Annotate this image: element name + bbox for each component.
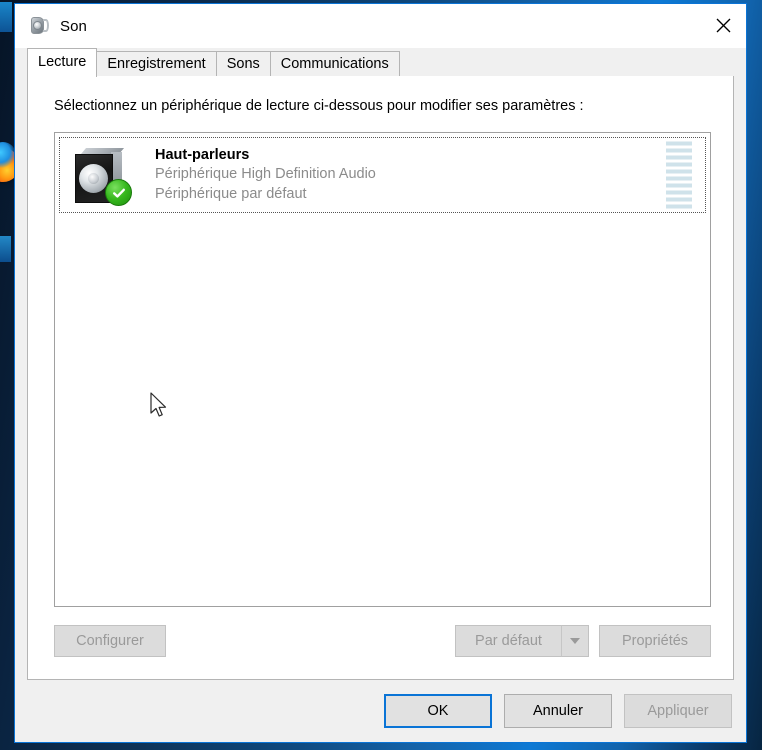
device-name: Haut-parleurs xyxy=(155,147,250,164)
meter-bar xyxy=(666,169,692,174)
close-icon[interactable] xyxy=(700,4,746,47)
volume-level-meter xyxy=(666,141,692,209)
cancel-button[interactable]: Annuler xyxy=(504,694,612,728)
chevron-down-icon[interactable] xyxy=(561,625,589,657)
check-circle-icon xyxy=(105,179,132,206)
tab-communications[interactable]: Communications xyxy=(269,51,400,76)
device-info: Haut-parleurs Périphérique High Definiti… xyxy=(155,146,376,204)
apply-button[interactable]: Appliquer xyxy=(624,694,732,728)
tab-bar: Lecture Enregistrement Sons Communicatio… xyxy=(15,48,746,77)
configure-button[interactable]: Configurer xyxy=(54,625,166,657)
taskbar-highlight-bottom xyxy=(0,236,11,262)
set-default-button[interactable]: Par défaut xyxy=(455,625,561,657)
meter-bar xyxy=(666,204,692,209)
meter-bar xyxy=(666,183,692,188)
playback-device-list[interactable]: Haut-parleurs Périphérique High Definiti… xyxy=(54,132,711,607)
tab-panel-lecture: Sélectionnez un périphérique de lecture … xyxy=(27,75,734,680)
ok-button[interactable]: OK xyxy=(384,694,492,728)
dialog-footer: OK Annuler Appliquer xyxy=(15,680,746,742)
tab-lecture[interactable]: Lecture xyxy=(27,48,98,77)
device-action-bar: Configurer Par défaut Propriétés xyxy=(54,625,711,657)
meter-bar xyxy=(666,148,692,153)
tab-enregistrement[interactable]: Enregistrement xyxy=(96,51,217,76)
window-title: Son xyxy=(60,17,87,35)
speaker-icon xyxy=(29,16,49,36)
set-default-split-button[interactable]: Par défaut xyxy=(455,625,589,657)
instruction-text: Sélectionnez un périphérique de lecture … xyxy=(54,98,584,114)
meter-bar xyxy=(666,141,692,146)
meter-bar xyxy=(666,190,692,195)
list-item[interactable]: Haut-parleurs Périphérique High Definiti… xyxy=(59,137,706,213)
title-bar: Son xyxy=(15,4,746,48)
tab-sons[interactable]: Sons xyxy=(215,51,271,76)
meter-bar xyxy=(666,162,692,167)
device-status: Périphérique par défaut xyxy=(155,185,307,202)
meter-bar xyxy=(666,197,692,202)
device-description: Périphérique High Definition Audio xyxy=(155,166,376,183)
properties-button[interactable]: Propriétés xyxy=(599,625,711,657)
meter-bar xyxy=(666,155,692,160)
sound-dialog: Son Lecture Enregistrement Sons Communic… xyxy=(14,3,747,743)
speaker-icon xyxy=(69,144,132,206)
taskbar-highlight-top xyxy=(0,2,12,32)
meter-bar xyxy=(666,176,692,181)
